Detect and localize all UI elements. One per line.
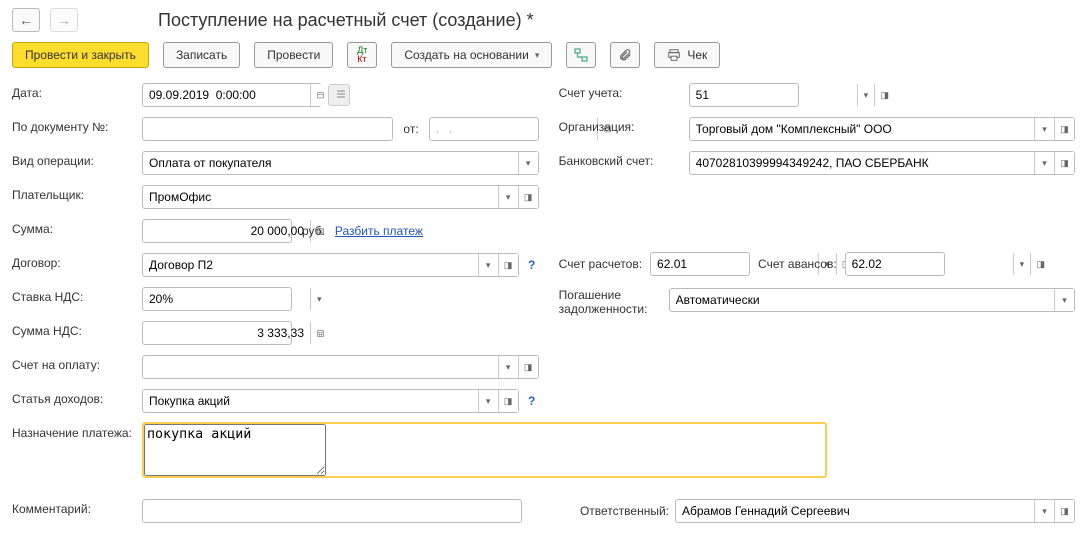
- invoice-dropdown[interactable]: ▾: [498, 356, 518, 378]
- split-payment-link[interactable]: Разбить платеж: [335, 224, 423, 238]
- org-dropdown[interactable]: ▾: [1034, 118, 1054, 140]
- advance-open[interactable]: ◨: [1030, 253, 1050, 275]
- doc-no-input[interactable]: [143, 118, 392, 140]
- attachment-button[interactable]: [610, 42, 640, 68]
- account-code-open[interactable]: ◨: [874, 84, 894, 106]
- dt-kt-button[interactable]: ДтКт: [347, 42, 377, 68]
- responsible-label: Ответственный:: [580, 504, 669, 518]
- income-item-dropdown[interactable]: ▾: [478, 390, 498, 412]
- op-type-dropdown[interactable]: ▾: [518, 152, 538, 174]
- payer-dropdown[interactable]: ▾: [498, 186, 518, 208]
- contract-dropdown[interactable]: ▾: [478, 254, 498, 276]
- page-title: Поступление на расчетный счет (создание)…: [158, 10, 534, 31]
- contract-help[interactable]: ?: [525, 258, 539, 272]
- nav-forward-button[interactable]: →: [50, 8, 78, 32]
- org-input[interactable]: [690, 118, 1034, 140]
- create-based-button[interactable]: Создать на основании ▾: [391, 42, 552, 68]
- repayment-label: Погашение задолженности:: [559, 284, 669, 316]
- paperclip-icon: [618, 48, 632, 62]
- advance-dropdown[interactable]: ▾: [1013, 253, 1031, 275]
- vat-rate-dropdown[interactable]: ▾: [310, 288, 328, 310]
- vat-amount-calc[interactable]: [310, 322, 330, 344]
- amount-label: Сумма:: [12, 218, 142, 236]
- income-item-open[interactable]: ◨: [498, 390, 518, 412]
- tree-icon: [574, 48, 588, 62]
- repayment-input[interactable]: [670, 289, 1054, 311]
- advance-input[interactable]: [846, 253, 1013, 275]
- org-open[interactable]: ◨: [1054, 118, 1074, 140]
- write-button[interactable]: Записать: [163, 42, 240, 68]
- bank-account-open[interactable]: ◨: [1054, 152, 1074, 174]
- bank-account-dropdown[interactable]: ▾: [1034, 152, 1054, 174]
- income-item-label: Статья доходов:: [12, 388, 142, 406]
- rub-label: руб.: [298, 224, 329, 238]
- income-item-input[interactable]: [143, 390, 478, 412]
- contract-input[interactable]: [143, 254, 478, 276]
- vat-amount-input[interactable]: [143, 322, 310, 344]
- payer-label: Плательщик:: [12, 184, 142, 202]
- comment-input[interactable]: [143, 500, 521, 522]
- responsible-open[interactable]: ◨: [1054, 500, 1074, 522]
- responsible-input[interactable]: [676, 500, 1034, 522]
- account-code-label: Счет учета:: [559, 82, 689, 100]
- vat-rate-input[interactable]: [143, 288, 310, 310]
- nav-back-button[interactable]: ←: [12, 8, 40, 32]
- bank-account-input[interactable]: [690, 152, 1034, 174]
- account-code-input[interactable]: [690, 84, 857, 106]
- post-and-close-button[interactable]: Провести и закрыть: [12, 42, 149, 68]
- chevron-down-icon: ▾: [535, 50, 540, 61]
- invoice-label: Счет на оплату:: [12, 354, 142, 372]
- op-type-label: Вид операции:: [12, 150, 142, 168]
- from-label: от:: [399, 122, 422, 136]
- contract-open[interactable]: ◨: [498, 254, 518, 276]
- payer-input[interactable]: [143, 186, 498, 208]
- settle-label: Счет расчетов:: [559, 257, 642, 271]
- bank-account-label: Банковский счет:: [559, 150, 689, 168]
- comment-label: Комментарий:: [12, 498, 142, 516]
- amount-input[interactable]: [143, 220, 310, 242]
- list-icon: [335, 88, 347, 100]
- org-label: Организация:: [559, 116, 689, 134]
- date-label: Дата:: [12, 82, 142, 100]
- op-type-input[interactable]: [143, 152, 518, 174]
- vat-rate-label: Ставка НДС:: [12, 286, 142, 304]
- invoice-input[interactable]: [143, 356, 498, 378]
- cheque-button[interactable]: Чек: [654, 42, 720, 68]
- advance-label: Счет авансов:: [758, 257, 837, 271]
- printer-icon: [667, 48, 681, 62]
- doc-no-label: По документу №:: [12, 116, 142, 134]
- structure-button[interactable]: [566, 42, 596, 68]
- payer-open[interactable]: ◨: [518, 186, 538, 208]
- date-input[interactable]: [143, 84, 310, 106]
- account-code-dropdown[interactable]: ▾: [857, 84, 875, 106]
- contract-label: Договор:: [12, 252, 142, 270]
- post-button[interactable]: Провести: [254, 42, 333, 68]
- purpose-label: Назначение платежа:: [12, 422, 142, 440]
- responsible-dropdown[interactable]: ▾: [1034, 500, 1054, 522]
- debit-credit-icon: ДтКт: [357, 46, 367, 64]
- vat-amount-label: Сумма НДС:: [12, 320, 142, 338]
- invoice-open[interactable]: ◨: [518, 356, 538, 378]
- repayment-dropdown[interactable]: ▾: [1054, 289, 1074, 311]
- schedule-button[interactable]: [328, 84, 350, 106]
- income-help[interactable]: ?: [525, 394, 539, 408]
- calendar-button[interactable]: [310, 84, 330, 106]
- calculator-icon: [317, 328, 324, 339]
- calendar-icon: [317, 89, 324, 101]
- purpose-textarea[interactable]: [144, 424, 326, 476]
